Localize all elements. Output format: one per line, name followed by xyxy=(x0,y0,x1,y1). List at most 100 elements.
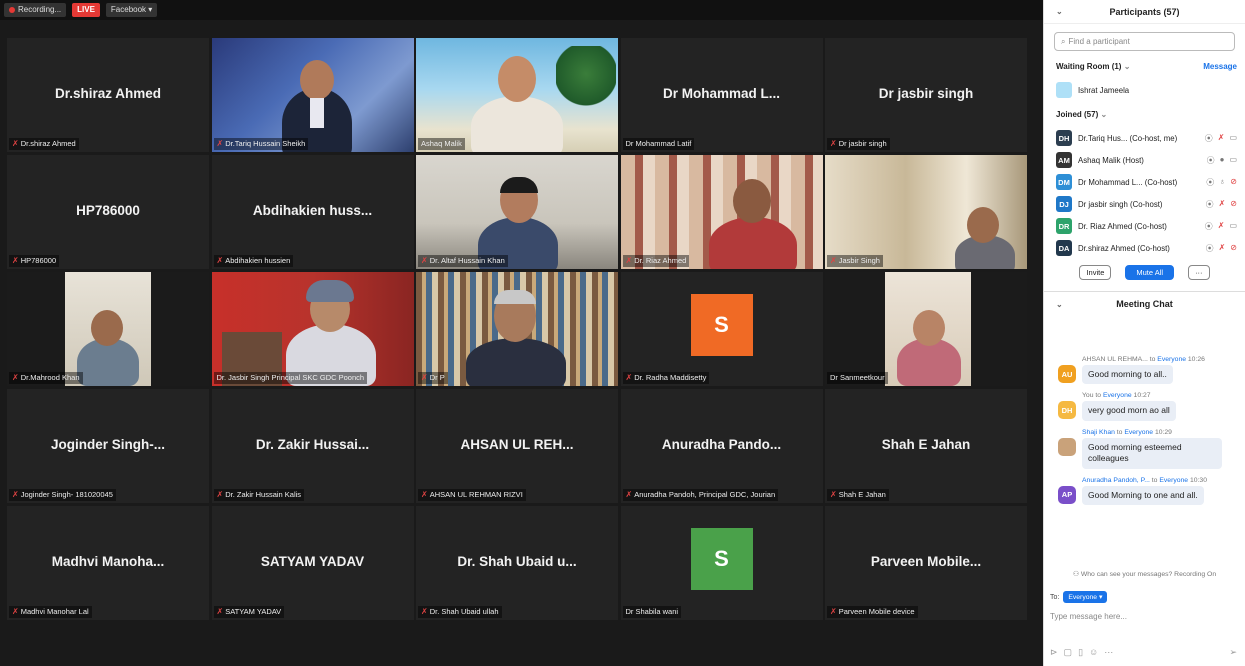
video-feed xyxy=(416,155,618,269)
mic-muted-icon: ✗ xyxy=(830,256,837,265)
video-tile[interactable]: Shah E Jahan ✗ Shah E Jahan xyxy=(825,389,1027,503)
mic-muted-icon: ✗ xyxy=(1218,198,1226,208)
video-feed xyxy=(211,272,414,386)
screen-share-icon: ⦿ xyxy=(1206,155,1215,165)
participant-name: Joginder Singh-... xyxy=(51,437,165,452)
file-icon[interactable]: ▯ xyxy=(1078,647,1083,658)
video-tile[interactable]: Madhvi Manoha... ✗ Madhvi Manohar Lal xyxy=(7,506,209,620)
mute-all-button[interactable]: Mute All xyxy=(1125,265,1175,280)
video-tile-active-speaker[interactable]: Ashaq Malik xyxy=(416,38,618,152)
video-off-icon: ⊘ xyxy=(1230,242,1237,252)
waiting-room-section[interactable]: Waiting Room (1) ⌄ Message xyxy=(1044,57,1245,75)
mic-muted-icon: ✗ xyxy=(421,490,428,499)
screen-share-icon: ⦿ xyxy=(1205,243,1214,253)
video-tile[interactable]: SATYAM YADAV ✗ SATYAM YADAV xyxy=(211,506,414,620)
message-visibility-link[interactable]: ⚇ Who can see your messages? Recording O… xyxy=(1044,570,1245,578)
video-tile[interactable]: Dr Mohammad L... Dr Mohammad Latif xyxy=(620,38,823,152)
avatar: DJ xyxy=(1056,196,1072,212)
invite-button[interactable]: Invite xyxy=(1079,265,1112,280)
participant-label: Dr Mohammad Latif xyxy=(622,138,695,150)
video-tile[interactable]: ✗ Dr. Riaz Ahmed xyxy=(620,155,823,269)
video-tile[interactable]: ✗ Dr P xyxy=(416,272,618,386)
mic-icon: ♁ xyxy=(1219,176,1226,186)
live-badge[interactable]: LIVE xyxy=(72,3,100,17)
send-icon[interactable]: ➢ xyxy=(1229,647,1237,658)
participant-search-input[interactable]: ⌕ Find a participant xyxy=(1054,32,1235,51)
screen-share-icon: ⦿ xyxy=(1206,177,1215,187)
video-tile[interactable]: HP786000 ✗ HP786000 xyxy=(7,155,209,269)
mic-muted-icon: ✗ xyxy=(216,490,224,499)
participant-label: ✗ Dr. Altaf Hussain Khan xyxy=(418,255,508,267)
mic-muted-icon: ✗ xyxy=(1217,220,1225,230)
screenshot-icon[interactable]: ▢ xyxy=(1064,647,1073,658)
participant-row[interactable]: DH Dr.Tariq Hus... (Co-host, me) ⦿ ✗ ▭ xyxy=(1044,127,1245,149)
collapse-chevron-icon[interactable]: ⌄ xyxy=(1056,7,1063,16)
video-feed xyxy=(825,272,1027,386)
video-tile[interactable]: Parveen Mobile... ✗ Parveen Mobile device xyxy=(825,506,1027,620)
video-tile[interactable]: Dr.shiraz Ahmed ✗ Dr.shiraz Ahmed xyxy=(7,38,209,152)
video-tile[interactable]: Dr. Shah Ubaid u... ✗ Dr. Shah Ubaid ulla… xyxy=(416,506,618,620)
video-tile[interactable]: Dr. Zakir Hussai... ✗ Dr. Zakir Hussain K… xyxy=(211,389,414,503)
participant-row[interactable]: DR Dr. Riaz Ahmed (Co-host) ⦿ ✗ ▭ xyxy=(1044,215,1245,237)
avatar xyxy=(1056,82,1072,98)
video-off-icon: ⊘ xyxy=(1230,176,1237,186)
mic-muted-icon: ✗ xyxy=(216,139,224,148)
participant-row[interactable]: DJ Dr jasbir singh (Co-host) ⦿ ✗ ⊘ xyxy=(1044,193,1245,215)
chat-bubble: very good morn ao all xyxy=(1082,401,1176,421)
chat-message-input[interactable]: Type message here... xyxy=(1050,612,1127,621)
video-tile[interactable]: Dr. Jasbir Singh Principal SKC GDC Poonc… xyxy=(211,272,414,386)
video-tile[interactable]: AHSAN UL REH... ✗ AHSAN UL REHMAN RIZVI xyxy=(416,389,618,503)
avatar: DR xyxy=(1056,218,1072,234)
mic-muted-icon: ✗ xyxy=(625,373,633,382)
more-icon[interactable]: ⋯ xyxy=(1104,647,1113,658)
recording-indicator[interactable]: Recording... xyxy=(4,3,67,17)
mic-muted-icon: ✗ xyxy=(625,256,633,265)
chat-bubble: Good morning to all.. xyxy=(1082,365,1173,385)
avatar: DH xyxy=(1058,401,1076,420)
video-tile[interactable]: ✗ Dr.Tariq Hussain Sheikh xyxy=(211,38,414,152)
emoji-icon[interactable]: ☺ xyxy=(1089,647,1098,658)
video-tile[interactable]: ✗ Jasbir Singh xyxy=(825,155,1027,269)
mic-muted-icon: ✗ xyxy=(12,490,19,499)
screen-share-icon: ⦿ xyxy=(1204,221,1213,231)
more-options-button[interactable]: ··· xyxy=(1188,265,1210,280)
participant-list: DH Dr.Tariq Hus... (Co-host, me) ⦿ ✗ ▭ AM … xyxy=(1044,127,1245,259)
joined-section[interactable]: Joined (57) ⌄ xyxy=(1044,105,1245,123)
collapse-chevron-icon[interactable]: ⌄ xyxy=(1056,300,1063,309)
format-icon[interactable]: ⊳ xyxy=(1050,647,1058,658)
chat-messages[interactable]: AU AHSAN UL REHMA... to Everyone 10:26 G… xyxy=(1044,356,1245,588)
waiting-participant[interactable]: Ishrat Jameela xyxy=(1044,79,1245,101)
participant-name: HP786000 xyxy=(76,203,140,218)
mic-muted-icon: ✗ xyxy=(625,490,633,499)
video-tile[interactable]: Abdihakien huss... ✗ Abdihakien hussien xyxy=(211,155,414,269)
participant-row[interactable]: AM Ashaq Malik (Host) ⦿ ● ▭ xyxy=(1044,149,1245,171)
avatar: AU xyxy=(1058,365,1076,383)
facebook-dropdown[interactable]: Facebook ▾ xyxy=(105,3,158,17)
participant-row[interactable]: DA Dr.shiraz Ahmed (Co-host) ⦿ ✗ ⊘ xyxy=(1044,237,1245,259)
participant-label: ✗ HP786000 xyxy=(9,255,60,267)
search-icon: ⌕ xyxy=(1061,36,1066,46)
participant-label: Dr Sanmeetkour xyxy=(827,372,888,384)
chat-message: Shaji Khan to Everyone 10:29 Good mornin… xyxy=(1044,429,1245,469)
recipient-dropdown[interactable]: Everyone ▾ xyxy=(1063,591,1108,603)
video-tile[interactable]: S Dr Shabila wani xyxy=(620,506,823,620)
video-stage: Recording... LIVE Facebook ▾ Dr.shiraz A… xyxy=(0,0,1043,666)
video-tile[interactable]: ✗ Dr. Altaf Hussain Khan xyxy=(416,155,618,269)
chat-message: AP Anuradha Pandoh, P... to Everyone 10:… xyxy=(1044,477,1245,506)
video-tile[interactable]: S ✗ Dr. Radha Maddisetty xyxy=(620,272,823,386)
video-tile[interactable]: Joginder Singh-... ✗ Joginder Singh- 1810… xyxy=(7,389,209,503)
video-tile[interactable]: Dr Sanmeetkour xyxy=(825,272,1027,386)
chevron-down-icon: ⌄ xyxy=(1100,109,1108,119)
mic-muted-icon: ✗ xyxy=(830,139,837,148)
video-tile[interactable]: ✗ Dr.Mahrood Khan xyxy=(7,272,209,386)
participant-row[interactable]: DM Dr Mohammad L... (Co-host) ⦿ ♁ ⊘ xyxy=(1044,171,1245,193)
video-feed xyxy=(7,272,209,386)
participant-label: ✗ Dr.Tariq Hussain Sheikh xyxy=(213,138,309,150)
video-tile[interactable]: Anuradha Pando... ✗ Anuradha Pandoh, Prin… xyxy=(620,389,823,503)
message-link[interactable]: Message xyxy=(1203,62,1237,71)
chat-bubble: Good morning esteemed colleagues xyxy=(1082,437,1222,469)
screen-share-icon: ⦿ xyxy=(1204,133,1213,143)
chat-toolbar: ⊳ ▢ ▯ ☺ ⋯ ➢ xyxy=(1050,647,1237,658)
video-tile[interactable]: Dr jasbir singh ✗ Dr jasbir singh xyxy=(825,38,1027,152)
participant-label: ✗ Dr. Shah Ubaid ullah xyxy=(418,606,502,618)
